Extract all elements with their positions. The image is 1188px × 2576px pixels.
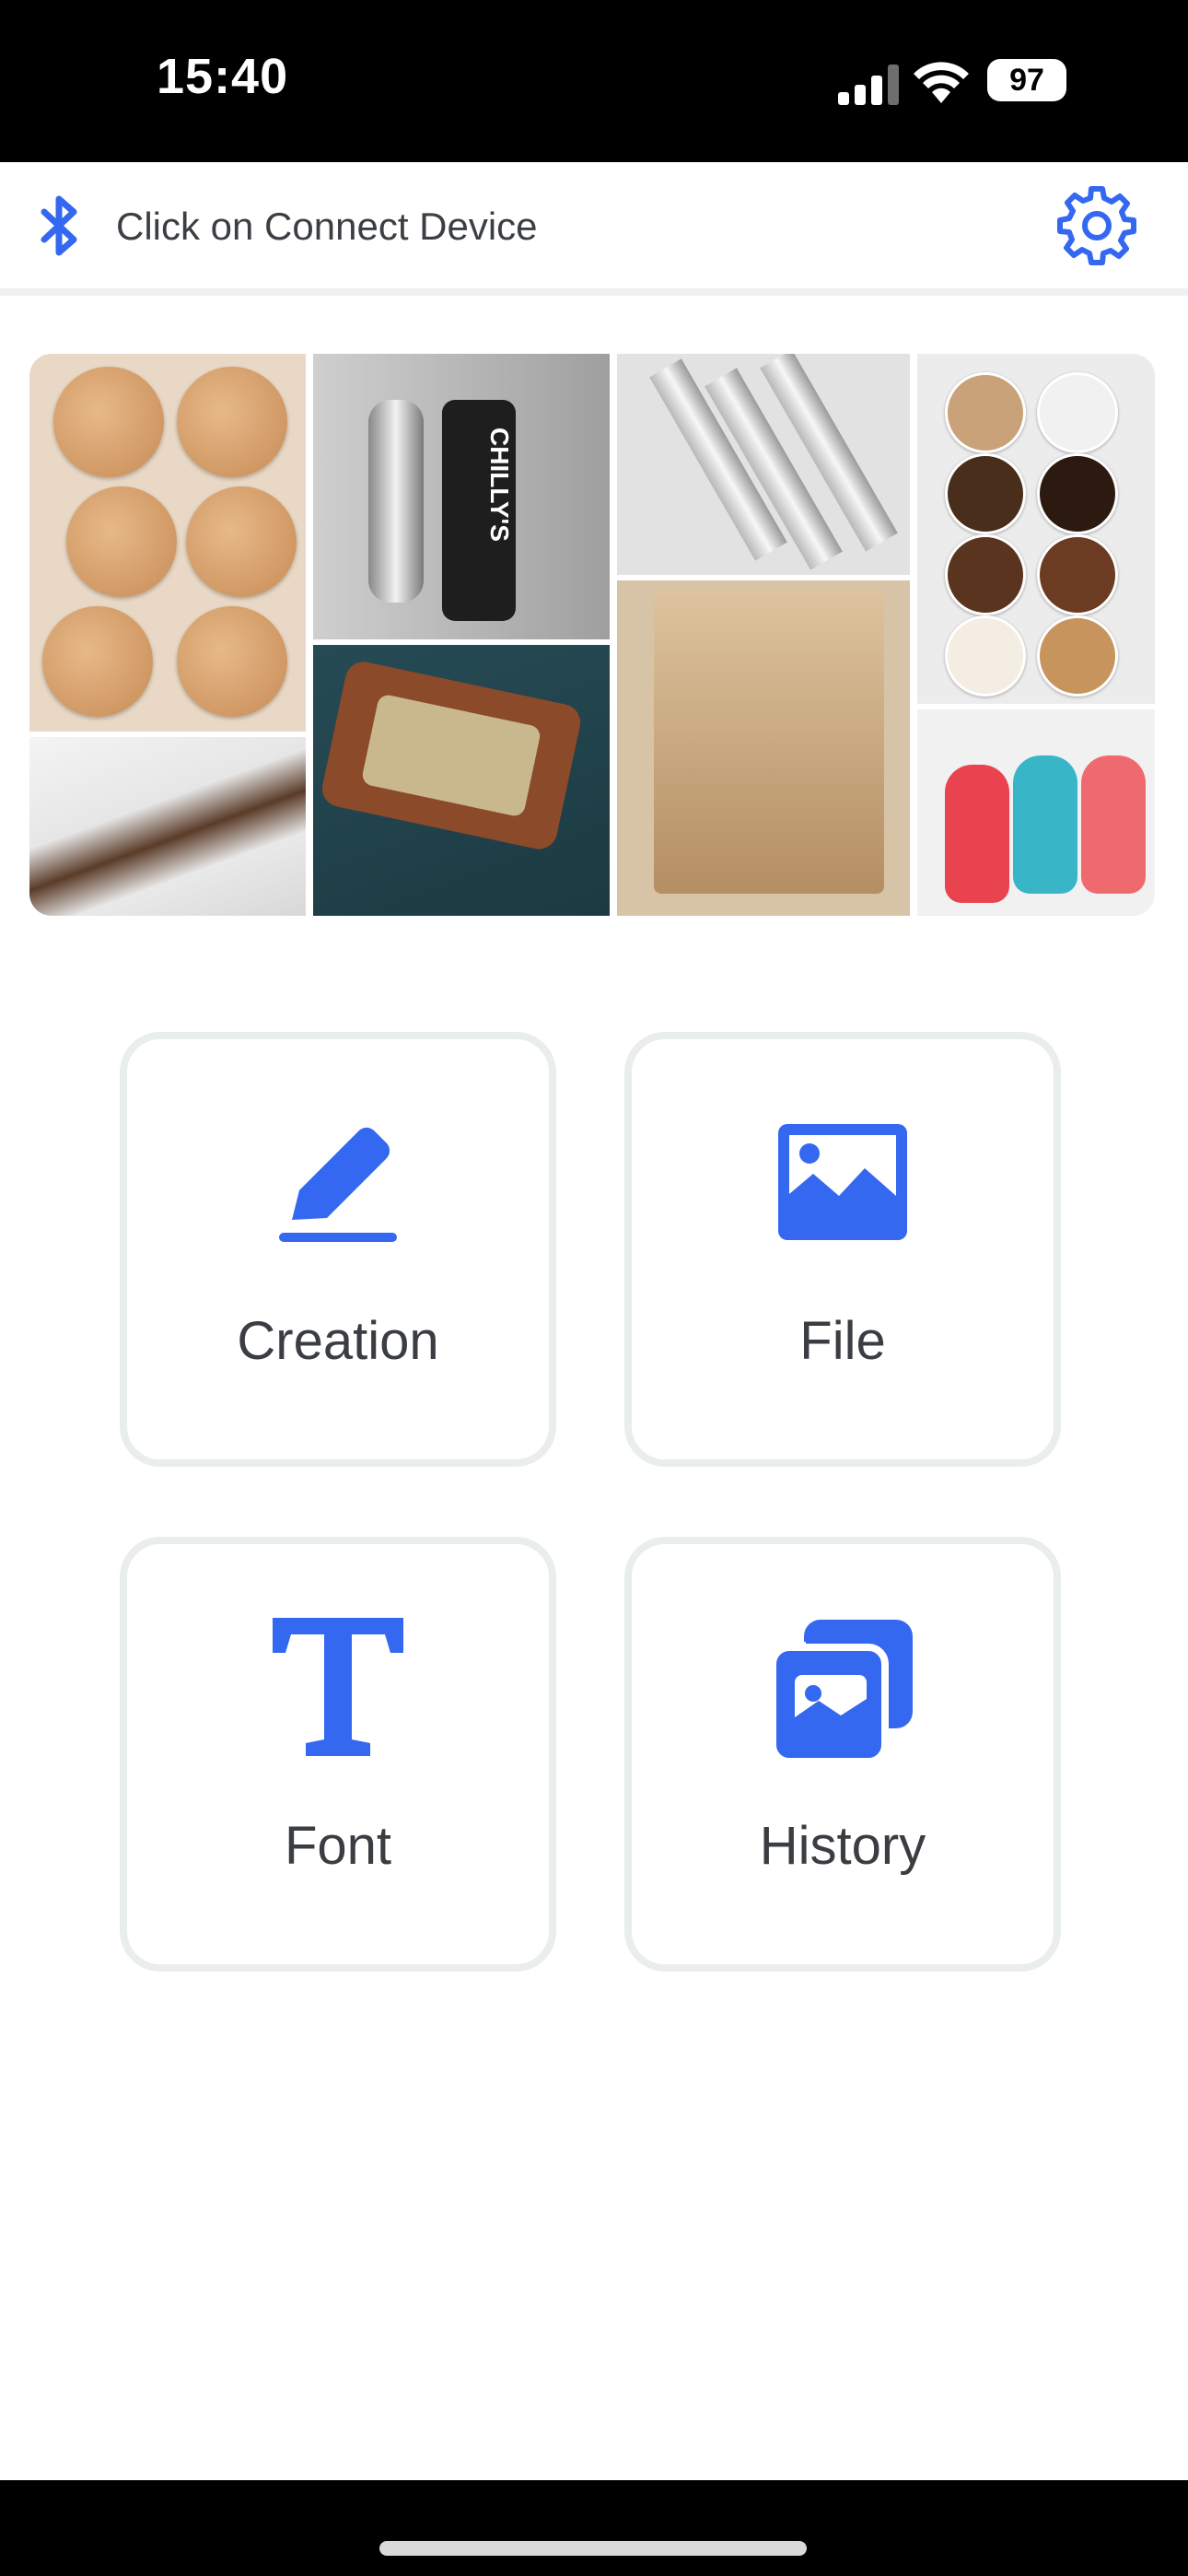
file-card[interactable]: File	[624, 1032, 1061, 1467]
text-t-icon	[273, 1618, 403, 1756]
wifi-icon	[914, 62, 969, 103]
font-label: Font	[284, 1816, 392, 1876]
gear-icon[interactable]	[1055, 184, 1138, 267]
badges-photo	[917, 354, 1155, 704]
status-bar: 15:40 97	[0, 0, 1188, 162]
history-label: History	[759, 1816, 926, 1876]
image-icon	[778, 1124, 907, 1240]
creation-label: Creation	[237, 1311, 439, 1371]
font-card[interactable]: Font	[120, 1537, 556, 1972]
home-indicator[interactable]	[379, 2541, 807, 2556]
portrait-engraving-photo	[617, 580, 910, 916]
pencil-icon	[279, 1127, 397, 1242]
coasters-photo	[29, 354, 306, 732]
bluetooth-icon[interactable]	[37, 195, 83, 256]
connect-header: Click on Connect Device	[0, 162, 1188, 296]
status-time: 15:40	[157, 49, 289, 104]
bottle-photo: CHILLY'S	[313, 354, 610, 639]
signal-icon	[838, 64, 899, 105]
keychain-photo	[313, 645, 610, 916]
battery-level: 97	[1009, 63, 1044, 98]
connect-device-label[interactable]: Click on Connect Device	[116, 205, 538, 249]
file-label: File	[799, 1311, 886, 1371]
home-bar-area	[0, 2480, 1188, 2576]
product-banner[interactable]: CHILLY'S	[29, 354, 1155, 916]
battery-icon: 97	[987, 59, 1066, 101]
shoe-photo	[29, 737, 306, 916]
gallery-stack-icon	[769, 1620, 913, 1765]
pens-photo	[617, 354, 910, 575]
bottle-brand-text: CHILLY'S	[485, 427, 514, 542]
motel-keychains-photo	[917, 709, 1155, 916]
history-card[interactable]: History	[624, 1537, 1061, 1972]
creation-card[interactable]: Creation	[120, 1032, 556, 1467]
